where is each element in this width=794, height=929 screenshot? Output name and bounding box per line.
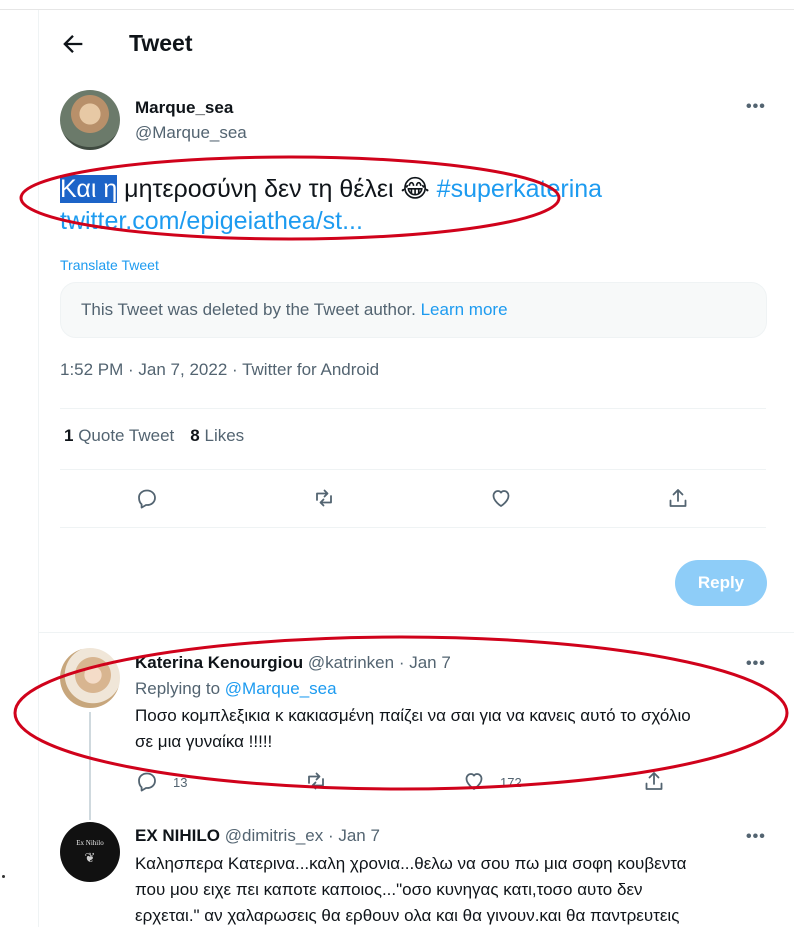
reply-button[interactable]: Reply [675, 560, 767, 606]
like-count: 172 [500, 775, 522, 790]
reply-text: Ποσο κομπλεξικια κ κακιασμένη παίζει να … [135, 706, 691, 751]
like-icon[interactable] [489, 486, 517, 514]
back-arrow-icon[interactable] [59, 30, 87, 58]
hashtag-link[interactable]: #superkaterina [437, 175, 602, 203]
share-icon[interactable] [642, 769, 670, 797]
reply-header: Katerina Kenourgiou @katrinken · Jan 7 [135, 653, 451, 673]
reply-text: Καλησπερα Κατερινα...καλη χρονια...θελω … [135, 854, 687, 925]
author-handle[interactable]: @Marque_sea [135, 123, 247, 143]
tweet-stats: 1 Quote Tweet 8 Likes [64, 426, 244, 446]
deleted-tweet-notice: This Tweet was deleted by the Tweet auth… [60, 282, 767, 338]
divider [60, 469, 766, 470]
tweet-timestamp[interactable]: 1:52 PM · Jan 7, 2022 · Twitter for Andr… [60, 360, 379, 380]
reply-handle-date[interactable]: @katrinken · Jan 7 [308, 653, 451, 672]
tweet-text: Και η μητεροσύνη δεν τη θέλει 😂 #superka… [60, 173, 760, 237]
reply-icon[interactable] [135, 486, 163, 514]
like-icon[interactable] [462, 769, 490, 797]
avatar-logo-icon: ❦ [84, 849, 96, 865]
replying-to: Replying to @Marque_sea [135, 679, 337, 698]
likes-stat[interactable]: 8 Likes [190, 426, 244, 445]
reply-author-name[interactable]: EX NIHILO [135, 826, 220, 845]
replying-to-link[interactable]: @Marque_sea [225, 679, 337, 698]
selected-text: Και η [60, 175, 118, 203]
reply-author-name[interactable]: Katerina Kenourgiou [135, 653, 303, 672]
share-icon[interactable] [666, 486, 694, 514]
tweet-column: Tweet Marque_sea @Marque_sea ••• Και η μ… [38, 10, 794, 927]
avatar-logo-text: Ex Nihilo [76, 838, 104, 847]
browser-top-edge [0, 0, 794, 10]
reply-more-options-icon[interactable]: ••• [746, 655, 766, 673]
divider [60, 408, 766, 409]
reply-icon[interactable] [135, 769, 163, 797]
retweet-icon[interactable] [312, 486, 340, 514]
tweet-text-body: μητεροσύνη δεν τη θέλει 😂 [117, 175, 437, 203]
tweet-header: Tweet [39, 10, 794, 76]
author-name[interactable]: Marque_sea [135, 98, 233, 118]
thread-line [89, 712, 91, 820]
translate-tweet-link[interactable]: Translate Tweet [60, 257, 159, 273]
reply-header: EX NIHILO @dimitris_ex · Jan 7 [135, 826, 380, 846]
reply-count: 13 [173, 775, 188, 790]
divider [60, 527, 766, 528]
section-separator [39, 632, 794, 633]
stray-dot [2, 875, 5, 878]
author-avatar[interactable] [60, 90, 120, 150]
quoted-tweet-link[interactable]: twitter.com/epigeiathea/st... [60, 207, 363, 235]
page-title: Tweet [129, 30, 193, 56]
more-options-icon[interactable]: ••• [746, 98, 766, 116]
reply-handle-date[interactable]: @dimitris_ex · Jan 7 [225, 826, 380, 845]
learn-more-link[interactable]: Learn more [421, 300, 508, 319]
reply-author-avatar[interactable] [60, 648, 120, 708]
deleted-notice-text: This Tweet was deleted by the Tweet auth… [81, 300, 416, 319]
retweet-icon[interactable] [304, 769, 332, 797]
quote-tweets-stat[interactable]: 1 Quote Tweet [64, 426, 174, 445]
reply-author-avatar[interactable]: Ex Nihilo ❦ [60, 822, 120, 882]
reply-more-options-icon[interactable]: ••• [746, 828, 766, 846]
